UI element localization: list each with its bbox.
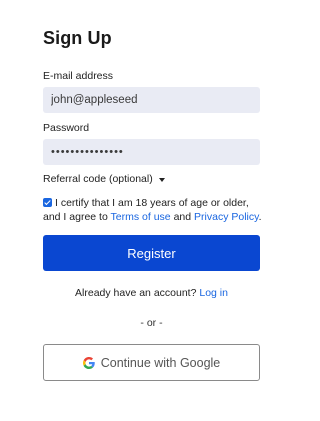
and-text: and bbox=[173, 211, 192, 223]
password-field[interactable] bbox=[43, 139, 260, 165]
already-have-account-text: Already have an account? bbox=[75, 287, 197, 299]
signup-page: Sign Up E-mail address Password Referral… bbox=[0, 0, 300, 421]
continue-with-google-button[interactable]: Continue with Google bbox=[43, 344, 260, 381]
email-field[interactable] bbox=[43, 87, 260, 113]
referral-code-toggle[interactable]: Referral code (optional) bbox=[43, 173, 165, 185]
login-link[interactable]: Log in bbox=[199, 287, 228, 299]
certify-checkbox[interactable] bbox=[43, 198, 52, 207]
certify-agreement: I certify that I am 18 years of age or o… bbox=[43, 196, 263, 224]
caret-down-icon bbox=[158, 177, 165, 182]
google-g-icon bbox=[82, 356, 95, 369]
password-label: Password bbox=[43, 122, 90, 134]
period-text: . bbox=[258, 211, 262, 223]
page-title: Sign Up bbox=[43, 28, 112, 48]
email-label: E-mail address bbox=[43, 70, 114, 82]
google-button-label: Continue with Google bbox=[100, 355, 221, 370]
privacy-policy-link[interactable]: Privacy Policy bbox=[194, 211, 259, 223]
or-divider: - or - bbox=[140, 317, 163, 329]
register-button[interactable]: Register bbox=[43, 235, 260, 271]
referral-label: Referral code (optional) bbox=[43, 173, 153, 185]
login-prompt: Already have an account? Log in bbox=[43, 287, 260, 299]
terms-of-use-link[interactable]: Terms of use bbox=[111, 211, 171, 223]
